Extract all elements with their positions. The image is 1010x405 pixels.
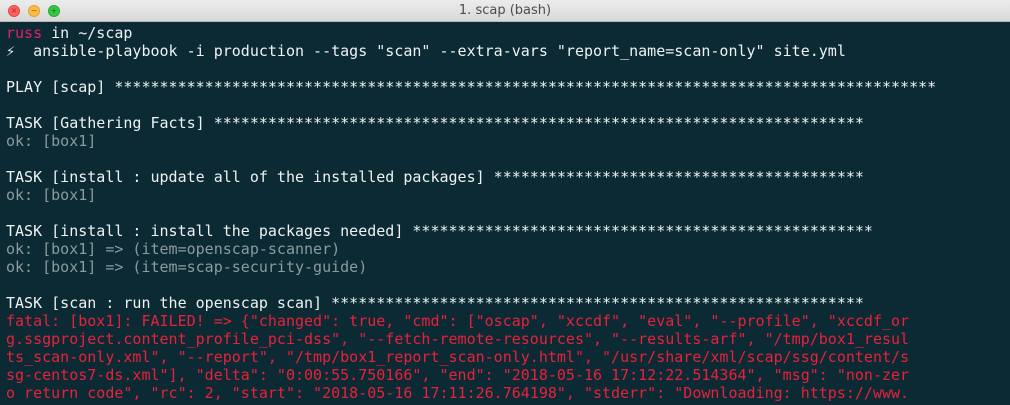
task-header: TASK [Gathering Facts] *****************… xyxy=(6,114,864,132)
terminal-window: × − + 1. scap (bash) russ in ~/scap ⚡ an… xyxy=(0,0,1010,405)
fatal-line: fatal: [box1]: FAILED! => {"changed": tr… xyxy=(6,312,910,330)
ok-line: ok: [box1] xyxy=(6,132,97,150)
prompt-user: russ xyxy=(6,24,43,42)
lightning-icon: ⚡ xyxy=(6,42,16,60)
fatal-line: o return code", "rc": 2, "start": "2018-… xyxy=(6,384,910,402)
command-line: ⚡ ansible-playbook -i production --tags … xyxy=(6,42,1010,60)
fatal-line: ts_scan-only.xml", "--report", "/tmp/box… xyxy=(6,348,910,366)
task-header: TASK [install : update all of the instal… xyxy=(6,168,864,186)
title-bar[interactable]: × − + 1. scap (bash) xyxy=(0,0,1010,22)
fatal-line: sg-centos7-ds.xml"], "delta": "0:00:55.7… xyxy=(6,366,910,384)
window-title: 1. scap (bash) xyxy=(458,3,552,18)
prompt-directory: in ~/scap xyxy=(42,24,133,42)
ok-line: ok: [box1] => (item=openscap-scanner) xyxy=(6,240,341,258)
ok-line: ok: [box1] xyxy=(6,186,97,204)
task-header: TASK [install : install the packages nee… xyxy=(6,222,873,240)
terminal-output[interactable]: russ in ~/scap ⚡ ansible-playbook -i pro… xyxy=(0,22,1010,405)
fatal-line: g.ssgproject.content_profile_pci-dss", "… xyxy=(6,330,910,348)
task-header: TASK [scan : run the openscap scan] ****… xyxy=(6,294,864,312)
command-text: ansible-playbook -i production --tags "s… xyxy=(15,42,846,60)
ok-line: ok: [box1] => (item=scap-security-guide) xyxy=(6,258,368,276)
prompt-line: russ in ~/scap xyxy=(6,24,1010,42)
play-header: PLAY [scap] ****************************… xyxy=(6,78,937,96)
